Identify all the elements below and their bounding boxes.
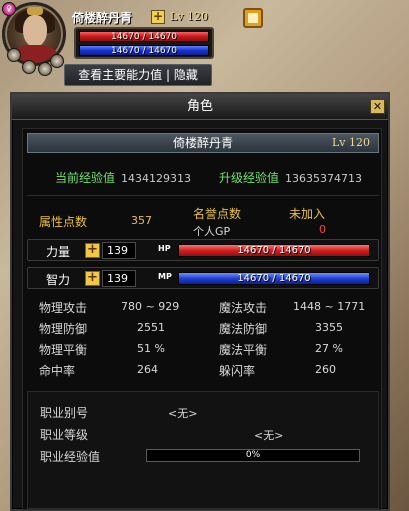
level-up-plus-icon[interactable]: + [151, 10, 165, 24]
current-exp-label: 当前经验值 [55, 171, 116, 185]
divider [27, 195, 379, 196]
portrait-face [23, 15, 47, 47]
upgrade-exp-value: 13635374713 [285, 172, 362, 185]
phys-bal-label: 物理平衡 [39, 343, 88, 357]
character-panel: 倚楼醉丹青 Lv 120 当前经验值 1434129313 升级经验值 136353… [22, 128, 382, 510]
job-exp-label: 职业经验值 [40, 450, 101, 464]
honor-label: 名誉点数 [193, 207, 242, 221]
portrait-headdress [27, 7, 43, 15]
hud-bars: 14670 / 14670 14670 / 14670 [74, 27, 214, 59]
phys-def-value: 2551 [137, 321, 165, 334]
hud-level: Lv 120 [170, 10, 209, 23]
job-level-value: <无> [254, 429, 284, 442]
gp-value: 0 [319, 223, 326, 236]
mag-bal-label: 魔法平衡 [219, 343, 268, 357]
hit-rate-value: 264 [137, 363, 158, 376]
toggle-stats-button[interactable]: 查看主要能力值 | 隐藏 [64, 64, 212, 86]
gp-label: 个人GP [193, 225, 231, 238]
strength-value: 139 [102, 242, 136, 259]
upgrade-exp-label: 升级经验值 [219, 171, 280, 185]
hp-tag: HP [158, 244, 171, 253]
dodge-rate-value: 260 [315, 363, 336, 376]
ring-button-4[interactable] [50, 54, 64, 68]
hud-mp-bar: 14670 / 14670 [79, 45, 209, 56]
phys-atk-value: 780 ~ 929 [121, 300, 180, 313]
job-exp-bar: 0% [146, 449, 360, 462]
character-window: 角色 ✕ 倚楼醉丹青 Lv 120 当前经验值 1434129313 升级经验值 1… [10, 92, 390, 511]
intellect-value: 139 [102, 270, 136, 287]
character-name: 倚楼醉丹青 [172, 136, 233, 150]
close-icon[interactable]: ✕ [370, 99, 385, 114]
intellect-label: 智力 [46, 273, 71, 287]
dodge-rate-label: 躲闪率 [219, 364, 256, 378]
ring-button-1[interactable] [7, 48, 21, 62]
phys-def-label: 物理防御 [39, 322, 88, 336]
upgrade-exp: 升级经验值 13635374713 [219, 169, 362, 186]
character-name-bar: 倚楼醉丹青 Lv 120 [27, 133, 379, 153]
window-title: 角色 [186, 99, 213, 114]
hp-bar: 14670 / 14670 [178, 244, 370, 257]
mp-bar: 14670 / 14670 [178, 272, 370, 285]
mag-bal-value: 27 % [315, 342, 343, 355]
strength-plus-button[interactable]: + [85, 243, 100, 258]
hit-rate-label: 命中率 [39, 364, 76, 378]
strength-row: 力量 + 139 HP 14670 / 14670 [27, 239, 379, 261]
current-exp: 当前经验值 1434129313 [55, 169, 191, 186]
mag-atk-label: 魔法攻击 [219, 301, 268, 315]
attr-points-value: 357 [131, 214, 152, 227]
gender-icon[interactable]: ♀ [2, 2, 16, 16]
mp-tag: MP [158, 272, 172, 281]
mag-def-value: 3355 [315, 321, 343, 334]
player-hud: ♀ 倚楼醉丹青 + Lv 120 14670 / 14670 14670 / 1… [0, 0, 409, 92]
strength-label: 力量 [46, 245, 71, 259]
phys-atk-label: 物理攻击 [39, 301, 88, 315]
job-alias-label: 职业别号 [40, 406, 89, 420]
intellect-plus-button[interactable]: + [85, 271, 100, 286]
current-exp-value: 1434129313 [121, 172, 192, 185]
job-alias-value: <无> [168, 407, 198, 420]
phys-bal-value: 51 % [137, 342, 165, 355]
hud-hp-bar: 14670 / 14670 [79, 31, 209, 42]
ring-button-2[interactable] [22, 60, 36, 74]
window-titlebar[interactable]: 角色 [12, 94, 388, 120]
honor-value: 未加入 [289, 207, 326, 221]
job-panel: 职业别号 <无> 职业等级 <无> 职业经验值 0% [27, 391, 379, 509]
character-level: Lv 120 [331, 136, 370, 149]
mag-atk-value: 1448 ~ 1771 [293, 300, 366, 313]
attr-points-label: 属性点数 [39, 215, 88, 229]
intellect-row: 智力 + 139 MP 14670 / 14670 [27, 267, 379, 289]
mag-def-label: 魔法防御 [219, 322, 268, 336]
job-level-label: 职业等级 [40, 428, 89, 442]
quest-scroll-icon[interactable] [243, 8, 263, 28]
